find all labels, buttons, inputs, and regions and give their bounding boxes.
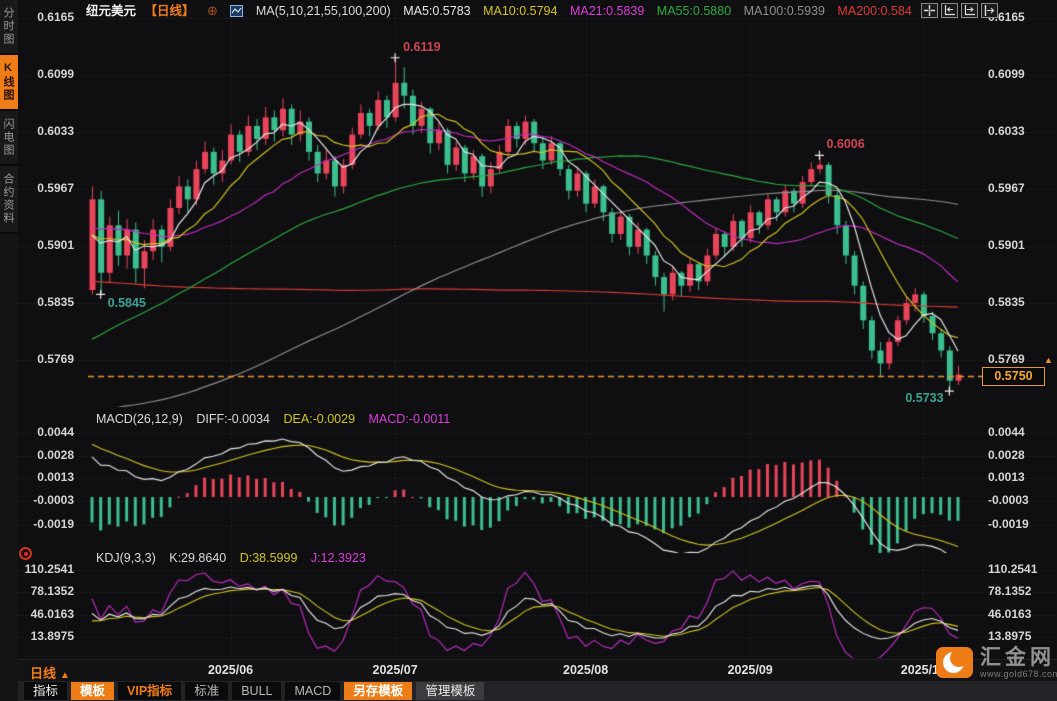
ma21-value: MA21:0.5839: [570, 4, 644, 18]
price-up-arrow-icon: ▲: [1044, 355, 1053, 365]
mini-chart-icon[interactable]: [230, 5, 243, 21]
price-tick-left: 0.5967: [16, 181, 74, 195]
shift-right-icon[interactable]: [961, 3, 978, 18]
pan-right-icon[interactable]: [981, 3, 998, 18]
macd-value: MACD:-0.0011: [369, 412, 451, 426]
circle-plus-icon[interactable]: ⊕: [207, 3, 218, 18]
price-tick-right: 0.5901: [988, 238, 1054, 252]
toolbar-indicators-button[interactable]: 指标: [24, 682, 67, 700]
macd-tick-left: -0.0019: [16, 517, 74, 531]
toolbar-save-template-button[interactable]: 另存模板: [344, 682, 412, 700]
kdj-tick-right: 78.1352: [988, 584, 1054, 598]
sidebar-tab-contract-info[interactable]: 合约资料: [0, 166, 18, 234]
period-selector[interactable]: 日线▲: [30, 663, 70, 682]
toolbar-bull-button[interactable]: BULL: [232, 682, 281, 700]
annotation-high: 0.6119: [403, 40, 441, 54]
toolbar-vip-indicators-button[interactable]: VIP指标: [118, 682, 181, 700]
kdj-tick-left: 110.2541: [16, 562, 74, 576]
sidebar-filler: [0, 234, 18, 701]
price-tick-left: 0.5901: [16, 238, 74, 252]
ma100-value: MA100:0.5939: [744, 4, 825, 18]
macd-tick-left: -0.0003: [16, 493, 74, 507]
macd-legend: MACD(26,12,9) DIFF:-0.0034 DEA:-0.0029 M…: [96, 412, 460, 426]
sidebar-tab-timeline[interactable]: 分时图: [0, 0, 18, 55]
macd-tick-right: -0.0003: [988, 493, 1054, 507]
toolbar-macd-button[interactable]: MACD: [285, 682, 340, 700]
sidebar: 分时图 K线图 闪电图 合约资料: [0, 0, 18, 701]
kdj-k-value: K:29.8640: [169, 551, 226, 565]
ma-settings-label[interactable]: MA(5,10,21,55,100,200): [256, 4, 391, 18]
symbol-name: 纽元美元: [86, 4, 136, 18]
macd-tick-right: 0.0044: [988, 425, 1054, 439]
annotation-low: 0.5845: [108, 296, 146, 310]
ma55-value: MA55:0.5880: [657, 4, 731, 18]
toolbar-standard-button[interactable]: 标准: [185, 682, 228, 700]
price-tick-left: 0.6033: [16, 124, 74, 138]
logo-icon: [936, 647, 973, 678]
annotation-high: 0.6006: [826, 137, 864, 151]
price-tick-right: 0.5835: [988, 295, 1054, 309]
date-label: 2025/09: [710, 663, 790, 677]
macd-title[interactable]: MACD(26,12,9): [96, 412, 183, 426]
kdj-tick-right: 46.0163: [988, 607, 1054, 621]
price-tick-right: 0.5967: [988, 181, 1054, 195]
kdj-tick-right: 13.8975: [988, 629, 1054, 643]
chart-window: 分时图 K线图 闪电图 合约资料 纽元美元 【日线】 ⊕ MA(5,10,21,…: [0, 0, 1057, 701]
date-axis: 日线▲ 2025/062025/072025/082025/092025/10: [18, 659, 1057, 682]
logo-name: 汇金网: [980, 647, 1057, 668]
chart-canvas[interactable]: [0, 0, 1057, 701]
kdj-legend: KDJ(9,3,3) K:29.8640 D:38.5999 J:12.3923: [96, 551, 376, 565]
price-tick-left: 0.5835: [16, 295, 74, 309]
annotation-low: 0.5733: [905, 391, 943, 405]
shift-left-icon[interactable]: [941, 3, 958, 18]
ma10-value: MA10:0.5794: [483, 4, 557, 18]
record-dot-icon[interactable]: [19, 547, 32, 560]
chevron-up-icon: ▲: [60, 670, 70, 681]
macd-dea-value: DEA:-0.0029: [283, 412, 355, 426]
macd-tick-right: -0.0019: [988, 517, 1054, 531]
kdj-title[interactable]: KDJ(9,3,3): [96, 551, 156, 565]
macd-tick-right: 0.0013: [988, 470, 1054, 484]
kdj-tick-right: 110.2541: [988, 562, 1054, 576]
kdj-tick-left: 46.0163: [16, 607, 74, 621]
kdj-tick-left: 13.8975: [16, 629, 74, 643]
logo-url: www.gold678.com: [980, 669, 1057, 679]
ma200-value: MA200:0.584: [837, 4, 911, 18]
kdj-tick-left: 78.1352: [16, 584, 74, 598]
site-logo: 汇金网 www.gold678.com: [936, 647, 1057, 679]
kdj-j-value: J:12.3923: [311, 551, 366, 565]
chart-legend: 纽元美元 【日线】 ⊕ MA(5,10,21,55,100,200) MA5:0…: [86, 3, 921, 21]
macd-diff-value: DIFF:-0.0034: [196, 412, 270, 426]
ma5-value: MA5:0.5783: [403, 4, 470, 18]
date-label: 2025/06: [191, 663, 271, 677]
last-price-tag: 0.5750: [982, 367, 1045, 386]
macd-tick-left: 0.0044: [16, 425, 74, 439]
macd-tick-left: 0.0013: [16, 470, 74, 484]
macd-tick-left: 0.0028: [16, 448, 74, 462]
toolbar-template-button[interactable]: 模板: [71, 682, 114, 700]
price-tick-right: 0.6099: [988, 67, 1054, 81]
bottom-toolbar: 指标 模板 VIP指标 标准 BULL MACD 另存模板 管理模板: [18, 681, 1057, 701]
price-tick-left: 0.6099: [16, 67, 74, 81]
price-tick-left: 0.5769: [16, 352, 74, 366]
toolbar-manage-template-button[interactable]: 管理模板: [416, 682, 484, 700]
macd-tick-right: 0.0028: [988, 448, 1054, 462]
sidebar-tab-flash[interactable]: 闪电图: [0, 111, 18, 166]
crosshair-icon[interactable]: [921, 3, 938, 18]
period-tag[interactable]: 【日线】: [145, 4, 195, 18]
date-label: 2025/08: [546, 663, 626, 677]
chart-tool-icons: [921, 3, 998, 18]
price-tick-right: 0.6033: [988, 124, 1054, 138]
price-tick-left: 0.6165: [16, 10, 74, 24]
sidebar-tab-kline[interactable]: K线图: [0, 55, 18, 111]
date-label: 2025/07: [355, 663, 435, 677]
kdj-d-value: D:38.5999: [240, 551, 298, 565]
